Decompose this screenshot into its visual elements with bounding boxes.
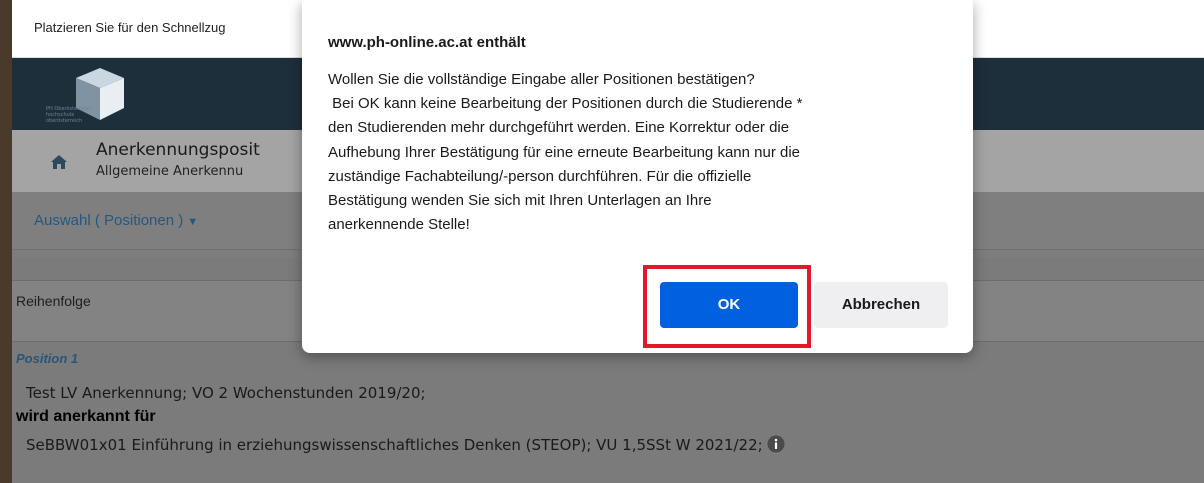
dialog-title: www.ph-online.ac.at enthält (328, 34, 526, 51)
notification-text: Platzieren Sie für den Schnellzug (34, 20, 226, 35)
position-label: Position 1 (16, 351, 79, 366)
logo-text: PH Oberösterreich hochschule oberösterre… (46, 106, 92, 124)
chevron-down-icon: ▼ (187, 216, 199, 228)
highlight-box (643, 265, 811, 348)
source-course-text: Test LV Anerkennung; VO 2 Wochenstunden … (26, 384, 426, 402)
target-course-text: SeBBW01x01 Einführung in erziehungswisse… (26, 436, 763, 454)
cancel-button[interactable]: Abbrechen (814, 282, 948, 328)
target-course-row: SeBBW01x01 Einführung in erziehungswisse… (26, 435, 785, 454)
tab-label: Auswahl ( Positionen ) (34, 212, 184, 229)
page-title: Anerkennungsposit (96, 140, 260, 160)
page-subtitle: Allgemeine Anerkennu (96, 164, 244, 179)
window-edge (0, 0, 12, 483)
page-backdrop: Platzieren Sie für den Schnellzug PH Obe… (0, 0, 1204, 483)
recognized-for-heading: wird anerkannt für (16, 408, 156, 425)
home-icon[interactable] (50, 154, 68, 170)
tab-auswahl-positionen[interactable]: Auswahl ( Positionen ) ▼ (34, 212, 198, 229)
institution-logo[interactable]: PH Oberösterreich hochschule oberösterre… (30, 64, 134, 124)
order-label: Reihenfolge (16, 293, 91, 309)
confirm-dialog: www.ph-online.ac.at enthält Wollen Sie d… (302, 0, 973, 353)
dialog-message: Wollen Sie die vollständige Eingabe alle… (328, 71, 803, 234)
logo-text-line: oberösterreich (46, 118, 83, 124)
info-icon[interactable] (767, 435, 785, 453)
